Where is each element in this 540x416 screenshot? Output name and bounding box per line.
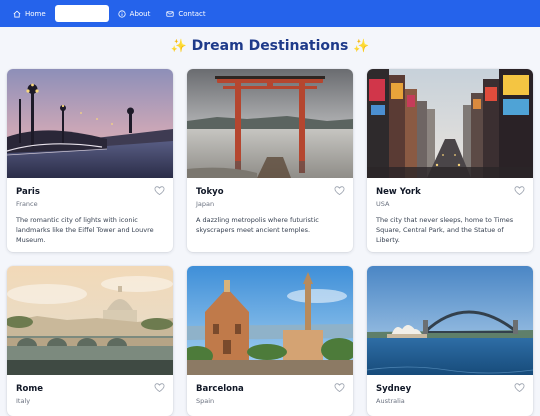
nav-contact-label: Contact [178, 9, 206, 18]
barcelona-photo [187, 266, 353, 375]
destination-card-new-york[interactable]: New York USA The city that never sleeps,… [367, 69, 533, 252]
info-icon [118, 9, 126, 18]
mail-icon [166, 10, 174, 18]
favorite-heart-icon[interactable] [334, 185, 345, 196]
nav-about[interactable]: About [111, 5, 158, 22]
card-country: Japan [196, 200, 215, 208]
paris-photo [7, 69, 173, 178]
nav-home-label: Home [25, 9, 46, 18]
nav-contact[interactable]: Contact [159, 5, 212, 22]
destination-card-tokyo[interactable]: Tokyo Japan A dazzling metropolis where … [187, 69, 353, 252]
card-title: Sydney [376, 384, 412, 394]
sydney-photo [367, 266, 533, 375]
nav-destinations-label: Destinations [59, 9, 104, 18]
favorite-heart-icon[interactable] [514, 382, 525, 393]
home-icon [13, 10, 21, 18]
top-navbar: Home Destinations About Contact [0, 0, 540, 27]
nav-about-label: About [129, 9, 151, 18]
destination-card-rome[interactable]: Rome Italy [7, 266, 173, 416]
card-title: New York [376, 187, 421, 197]
card-title: Barcelona [196, 384, 244, 394]
favorite-heart-icon[interactable] [514, 185, 525, 196]
card-body: Sydney Australia [367, 375, 533, 414]
page-title-text: Dream Destinations [191, 38, 349, 54]
tokyo-photo [187, 69, 353, 178]
card-country: France [16, 200, 38, 208]
card-body: Paris France The romantic city of lights… [7, 178, 173, 252]
nav-home[interactable]: Home [6, 5, 53, 22]
card-body: Tokyo Japan A dazzling metropolis where … [187, 178, 353, 243]
card-body: Barcelona Spain [187, 375, 353, 414]
card-description: A dazzling metropolis where futuristic s… [196, 216, 319, 234]
new-york-photo [367, 69, 533, 178]
card-title: Tokyo [196, 187, 224, 197]
sparkle-icon-right: ✨ [353, 38, 370, 54]
favorite-heart-icon[interactable] [334, 382, 345, 393]
destination-card-sydney[interactable]: Sydney Australia [367, 266, 533, 416]
destination-card-barcelona[interactable]: Barcelona Spain [187, 266, 353, 416]
card-body: New York USA The city that never sleeps,… [367, 178, 533, 252]
card-body: Rome Italy [7, 375, 173, 414]
card-description: The romantic city of lights with iconic … [16, 216, 154, 244]
page-title: ✨ Dream Destinations ✨ [0, 38, 540, 54]
card-description: The city that never sleeps, home to Time… [376, 216, 514, 244]
favorite-heart-icon[interactable] [154, 382, 165, 393]
card-country: USA [376, 200, 390, 208]
card-title: Rome [16, 384, 44, 394]
destination-card-paris[interactable]: Paris France The romantic city of lights… [7, 69, 173, 252]
favorite-heart-icon[interactable] [154, 185, 165, 196]
rome-photo [7, 266, 173, 375]
card-title: Paris [16, 187, 40, 197]
nav-destinations[interactable]: Destinations [54, 5, 109, 22]
sparkle-icon-left: ✨ [170, 38, 187, 54]
